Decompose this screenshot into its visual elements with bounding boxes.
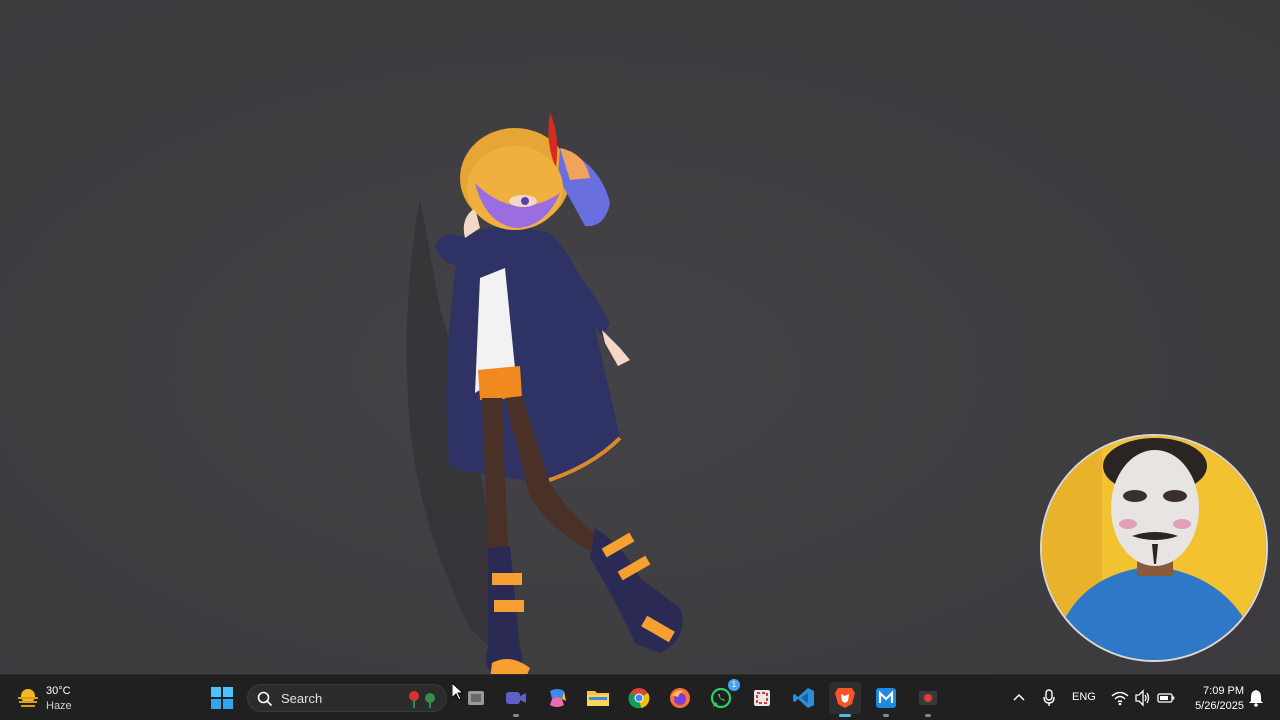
firefox-icon xyxy=(670,688,690,708)
search-icon xyxy=(257,691,273,707)
vscode-button[interactable] xyxy=(788,682,820,714)
meet-button[interactable] xyxy=(500,682,532,717)
task-view-icon xyxy=(468,691,484,705)
brave-button[interactable] xyxy=(829,682,861,717)
search-placeholder: Search xyxy=(281,691,323,706)
language-indicator[interactable]: ENG xyxy=(1072,691,1096,703)
weather-temperature: 30°C xyxy=(46,685,71,697)
chrome-icon xyxy=(628,688,650,709)
wifi-icon[interactable] xyxy=(1111,688,1129,708)
record-icon xyxy=(919,691,937,705)
folder-icon xyxy=(587,691,609,706)
whatsapp-icon xyxy=(710,687,732,709)
system-clock[interactable]: 7:09 PM 5/26/2025 xyxy=(1186,684,1244,714)
animation-viewport xyxy=(0,0,1280,680)
chevron-up-icon[interactable] xyxy=(1012,688,1026,708)
microphone-icon[interactable] xyxy=(1042,688,1056,708)
anime-character-model xyxy=(406,113,683,680)
copilot-button[interactable] xyxy=(541,682,573,714)
mail-button[interactable] xyxy=(870,682,902,717)
taskbar: 30°C Haze Search 1 ENG 7:09 PM 5/26/2025 xyxy=(0,674,1280,720)
search-box[interactable]: Search xyxy=(247,684,447,712)
vscode-icon xyxy=(793,688,814,708)
battery-icon[interactable] xyxy=(1157,688,1175,708)
brave-icon xyxy=(835,688,855,708)
running-indicator xyxy=(513,714,519,717)
recorder-button[interactable] xyxy=(912,682,944,717)
copilot-icon xyxy=(550,689,566,707)
clock-date: 5/26/2025 xyxy=(1195,700,1244,712)
sun-haze-icon xyxy=(18,689,38,707)
notification-bell-icon[interactable] xyxy=(1248,688,1264,708)
whatsapp-button[interactable]: 1 xyxy=(705,679,740,714)
file-explorer-button[interactable] xyxy=(582,682,614,714)
notification-badge: 1 xyxy=(728,679,740,691)
firefox-button[interactable] xyxy=(664,682,696,714)
snipping-tool-button[interactable] xyxy=(746,682,778,714)
windows-logo-icon xyxy=(211,687,233,709)
running-indicator xyxy=(883,714,889,717)
video-camera-icon xyxy=(506,692,526,704)
chrome-button[interactable] xyxy=(623,682,655,714)
task-view-button[interactable] xyxy=(460,682,492,714)
running-indicator xyxy=(925,714,931,717)
clock-time: 7:09 PM xyxy=(1203,685,1244,697)
search-highlight-flower-icon xyxy=(409,691,435,708)
running-indicator xyxy=(839,714,851,717)
weather-widget[interactable]: 30°C Haze xyxy=(12,683,92,713)
snipping-tool-icon xyxy=(754,690,770,706)
start-button[interactable] xyxy=(206,682,238,714)
webcam-overlay xyxy=(1040,434,1268,662)
speaker-icon[interactable] xyxy=(1134,688,1152,708)
mail-m-icon xyxy=(876,688,896,708)
weather-condition: Haze xyxy=(46,700,72,712)
